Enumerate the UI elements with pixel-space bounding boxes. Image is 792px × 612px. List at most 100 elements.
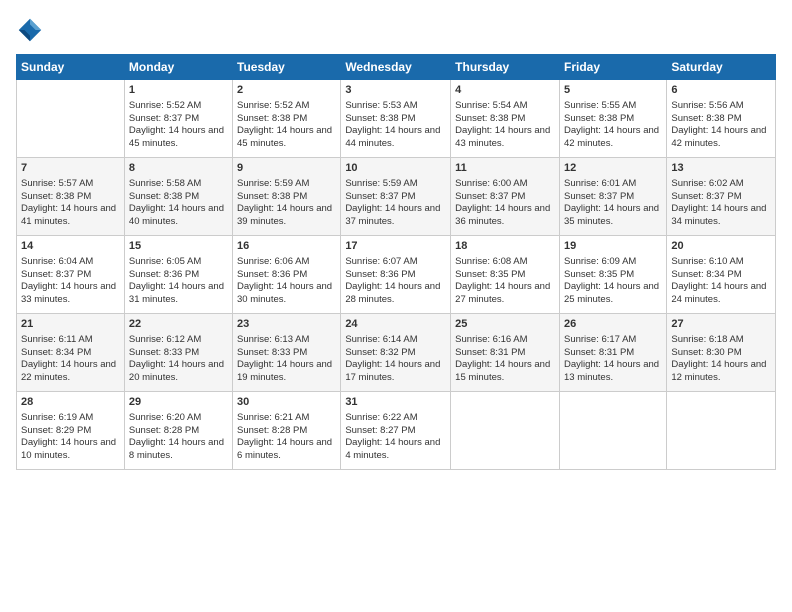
calendar-cell: 4Sunrise: 5:54 AMSunset: 8:38 PMDaylight… bbox=[451, 80, 560, 158]
daylight: Daylight: 14 hours and 27 minutes. bbox=[455, 281, 550, 305]
sunset: Sunset: 8:38 PM bbox=[237, 191, 307, 202]
daylight: Daylight: 14 hours and 12 minutes. bbox=[671, 359, 766, 383]
sunset: Sunset: 8:33 PM bbox=[237, 347, 307, 358]
sunset: Sunset: 8:38 PM bbox=[21, 191, 91, 202]
calendar-cell: 30Sunrise: 6:21 AMSunset: 8:28 PMDayligh… bbox=[233, 392, 341, 470]
daylight: Daylight: 14 hours and 33 minutes. bbox=[21, 281, 116, 305]
daylight: Daylight: 14 hours and 35 minutes. bbox=[564, 203, 659, 227]
logo-icon bbox=[16, 16, 44, 44]
daylight: Daylight: 14 hours and 17 minutes. bbox=[345, 359, 440, 383]
calendar-cell: 5Sunrise: 5:55 AMSunset: 8:38 PMDaylight… bbox=[559, 80, 666, 158]
calendar-cell: 15Sunrise: 6:05 AMSunset: 8:36 PMDayligh… bbox=[124, 236, 232, 314]
sunrise: Sunrise: 6:22 AM bbox=[345, 412, 417, 423]
day-number: 26 bbox=[564, 317, 662, 332]
weekday-header: Wednesday bbox=[341, 55, 451, 80]
calendar-cell: 23Sunrise: 6:13 AMSunset: 8:33 PMDayligh… bbox=[233, 314, 341, 392]
daylight: Daylight: 14 hours and 42 minutes. bbox=[564, 125, 659, 149]
day-number: 17 bbox=[345, 239, 446, 254]
day-number: 19 bbox=[564, 239, 662, 254]
day-number: 13 bbox=[671, 161, 771, 176]
sunrise: Sunrise: 5:59 AM bbox=[345, 178, 417, 189]
sunset: Sunset: 8:28 PM bbox=[129, 425, 199, 436]
daylight: Daylight: 14 hours and 43 minutes. bbox=[455, 125, 550, 149]
daylight: Daylight: 14 hours and 13 minutes. bbox=[564, 359, 659, 383]
daylight: Daylight: 14 hours and 28 minutes. bbox=[345, 281, 440, 305]
sunrise: Sunrise: 6:06 AM bbox=[237, 256, 309, 267]
sunrise: Sunrise: 5:53 AM bbox=[345, 100, 417, 111]
sunrise: Sunrise: 5:56 AM bbox=[671, 100, 743, 111]
calendar-cell: 10Sunrise: 5:59 AMSunset: 8:37 PMDayligh… bbox=[341, 158, 451, 236]
day-number: 27 bbox=[671, 317, 771, 332]
calendar-cell: 22Sunrise: 6:12 AMSunset: 8:33 PMDayligh… bbox=[124, 314, 232, 392]
sunrise: Sunrise: 6:07 AM bbox=[345, 256, 417, 267]
day-number: 18 bbox=[455, 239, 555, 254]
sunset: Sunset: 8:38 PM bbox=[671, 113, 741, 124]
sunset: Sunset: 8:36 PM bbox=[345, 269, 415, 280]
day-number: 22 bbox=[129, 317, 228, 332]
day-number: 23 bbox=[237, 317, 336, 332]
daylight: Daylight: 14 hours and 15 minutes. bbox=[455, 359, 550, 383]
day-number: 16 bbox=[237, 239, 336, 254]
day-number: 24 bbox=[345, 317, 446, 332]
sunrise: Sunrise: 6:16 AM bbox=[455, 334, 527, 345]
day-number: 31 bbox=[345, 395, 446, 410]
sunset: Sunset: 8:36 PM bbox=[129, 269, 199, 280]
calendar-cell: 24Sunrise: 6:14 AMSunset: 8:32 PMDayligh… bbox=[341, 314, 451, 392]
calendar-cell: 3Sunrise: 5:53 AMSunset: 8:38 PMDaylight… bbox=[341, 80, 451, 158]
calendar-cell: 16 Sunrise: 6:06 AM Sunset: 8:36 PMDayligh… bbox=[233, 236, 341, 314]
sunrise: Sunrise: 5:52 AM bbox=[129, 100, 201, 111]
calendar-cell: 17 Sunrise: 6:07 AM Sunset: 8:36 PMDayligh… bbox=[341, 236, 451, 314]
daylight: Daylight: 14 hours and 40 minutes. bbox=[129, 203, 224, 227]
daylight: Daylight: 14 hours and 30 minutes. bbox=[237, 281, 332, 305]
calendar-cell: 8Sunrise: 5:58 AMSunset: 8:38 PMDaylight… bbox=[124, 158, 232, 236]
sunset: Sunset: 8:34 PM bbox=[671, 269, 741, 280]
calendar-cell: 6Sunrise: 5:56 AMSunset: 8:38 PMDaylight… bbox=[667, 80, 776, 158]
calendar-cell bbox=[17, 80, 125, 158]
header bbox=[16, 16, 776, 44]
sunset: Sunset: 8:38 PM bbox=[564, 113, 634, 124]
calendar-cell: 21Sunrise: 6:11 AMSunset: 8:34 PMDayligh… bbox=[17, 314, 125, 392]
sunset: Sunset: 8:31 PM bbox=[455, 347, 525, 358]
sunrise: Sunrise: 6:18 AM bbox=[671, 334, 743, 345]
sunset: Sunset: 8:35 PM bbox=[455, 269, 525, 280]
calendar-week-row: 21Sunrise: 6:11 AMSunset: 8:34 PMDayligh… bbox=[17, 314, 776, 392]
sunset: Sunset: 8:37 PM bbox=[455, 191, 525, 202]
daylight: Daylight: 14 hours and 4 minutes. bbox=[345, 437, 440, 461]
daylight: Daylight: 14 hours and 34 minutes. bbox=[671, 203, 766, 227]
calendar-cell: 9Sunrise: 5:59 AMSunset: 8:38 PMDaylight… bbox=[233, 158, 341, 236]
sunrise: Sunrise: 5:57 AM bbox=[21, 178, 93, 189]
calendar-cell bbox=[451, 392, 560, 470]
sunrise: Sunrise: 6:17 AM bbox=[564, 334, 636, 345]
calendar-cell: 12Sunrise: 6:01 AMSunset: 8:37 PMDayligh… bbox=[559, 158, 666, 236]
calendar-cell: 13Sunrise: 6:02 AMSunset: 8:37 PMDayligh… bbox=[667, 158, 776, 236]
sunset: Sunset: 8:37 PM bbox=[345, 191, 415, 202]
daylight: Daylight: 14 hours and 45 minutes. bbox=[237, 125, 332, 149]
calendar-cell: 20Sunrise: 6:10 AMSunset: 8:34 PMDayligh… bbox=[667, 236, 776, 314]
day-number: 6 bbox=[671, 83, 771, 98]
day-number: 11 bbox=[455, 161, 555, 176]
sunrise: Sunrise: 6:10 AM bbox=[671, 256, 743, 267]
calendar-cell: 31Sunrise: 6:22 AMSunset: 8:27 PMDayligh… bbox=[341, 392, 451, 470]
day-number: 9 bbox=[237, 161, 336, 176]
day-number: 14 bbox=[21, 239, 120, 254]
day-number: 5 bbox=[564, 83, 662, 98]
day-number: 30 bbox=[237, 395, 336, 410]
day-number: 8 bbox=[129, 161, 228, 176]
weekday-header: Saturday bbox=[667, 55, 776, 80]
sunrise: Sunrise: 6:01 AM bbox=[564, 178, 636, 189]
calendar-cell: 2Sunrise: 5:52 AMSunset: 8:38 PMDaylight… bbox=[233, 80, 341, 158]
sunrise: Sunrise: 6:05 AM bbox=[129, 256, 201, 267]
sunset: Sunset: 8:38 PM bbox=[129, 191, 199, 202]
sunset: Sunset: 8:31 PM bbox=[564, 347, 634, 358]
sunset: Sunset: 8:29 PM bbox=[21, 425, 91, 436]
day-number: 7 bbox=[21, 161, 120, 176]
sunset: Sunset: 8:38 PM bbox=[345, 113, 415, 124]
sunset: Sunset: 8:34 PM bbox=[21, 347, 91, 358]
calendar-cell: 29Sunrise: 6:20 AMSunset: 8:28 PMDayligh… bbox=[124, 392, 232, 470]
day-number: 12 bbox=[564, 161, 662, 176]
sunset: Sunset: 8:36 PM bbox=[237, 269, 307, 280]
sunset: Sunset: 8:33 PM bbox=[129, 347, 199, 358]
calendar-cell: 18Sunrise: 6:08 AMSunset: 8:35 PMDayligh… bbox=[451, 236, 560, 314]
daylight: Daylight: 14 hours and 24 minutes. bbox=[671, 281, 766, 305]
day-number: 29 bbox=[129, 395, 228, 410]
